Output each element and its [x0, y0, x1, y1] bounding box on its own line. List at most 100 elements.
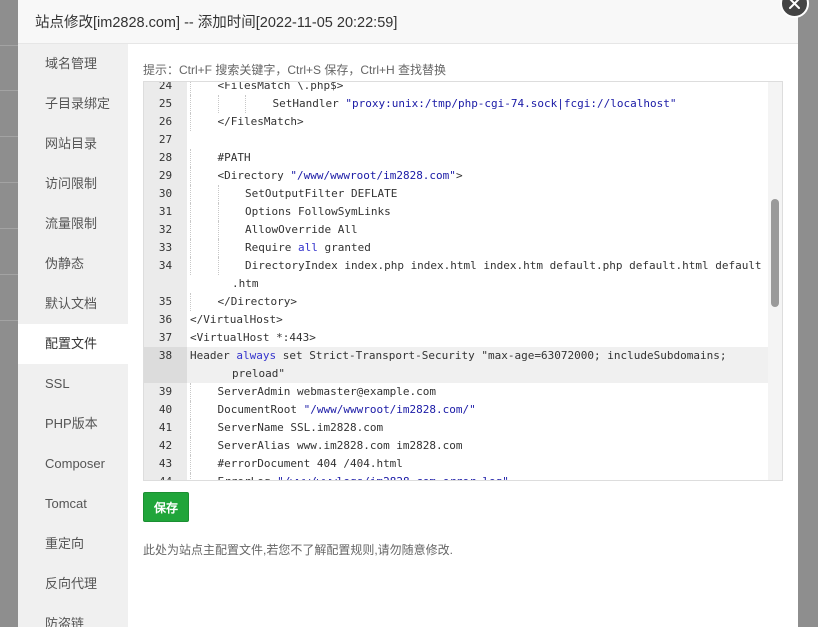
- sidebar-item[interactable]: 配置文件: [18, 324, 128, 364]
- line-number: 25: [144, 95, 187, 113]
- code-line[interactable]: 40 DocumentRoot "/www/wwwroot/im2828.com…: [144, 401, 769, 419]
- code-line[interactable]: 33 Require all granted: [144, 239, 769, 257]
- sidebar-item[interactable]: Composer: [18, 444, 128, 484]
- code-line[interactable]: 31 Options FollowSymLinks: [144, 203, 769, 221]
- line-number: 27: [144, 131, 187, 149]
- code-line[interactable]: 30 SetOutputFilter DEFLATE: [144, 185, 769, 203]
- code-line[interactable]: 34 DirectoryIndex index.php index.html i…: [144, 257, 769, 293]
- sidebar-item[interactable]: 伪静态: [18, 244, 128, 284]
- close-icon: [789, 0, 800, 9]
- sidebar-item[interactable]: 访问限制: [18, 164, 128, 204]
- line-number: 40: [144, 401, 187, 419]
- line-number: 33: [144, 239, 187, 257]
- code-line[interactable]: 44 ErrorLog "/www/wwwlogs/im2828.com-err…: [144, 473, 769, 480]
- line-code: ServerAlias www.im2828.com im2828.com: [187, 437, 769, 455]
- backdrop-line: [0, 320, 18, 321]
- line-code: <Directory "/www/wwwroot/im2828.com">: [187, 167, 769, 185]
- code-line[interactable]: 36 </VirtualHost>: [144, 311, 769, 329]
- code-line[interactable]: 43 #errorDocument 404 /404.html: [144, 455, 769, 473]
- code-line[interactable]: 24 <FilesMatch \.php$>: [144, 82, 769, 95]
- line-code: ServerAdmin webmaster@example.com: [187, 383, 769, 401]
- line-number: 28: [144, 149, 187, 167]
- config-warning-note: 此处为站点主配置文件,若您不了解配置规则,请勿随意修改.: [143, 543, 454, 557]
- line-number: 31: [144, 203, 187, 221]
- sidebar-item[interactable]: 防盗链: [18, 604, 128, 627]
- line-code: SetHandler "proxy:unix:/tmp/php-cgi-74.s…: [187, 95, 769, 113]
- line-code: DirectoryIndex index.php index.html inde…: [187, 257, 769, 293]
- line-number: 35: [144, 293, 187, 311]
- line-code: Header always set Strict-Transport-Secur…: [187, 347, 769, 383]
- sidebar-item[interactable]: Tomcat: [18, 484, 128, 524]
- code-lines: 24 <FilesMatch \.php$> 25 SetHandler "pro…: [144, 82, 769, 480]
- sidebar-item[interactable]: SSL: [18, 364, 128, 404]
- line-code: </FilesMatch>: [187, 113, 769, 131]
- line-number: 43: [144, 455, 187, 473]
- code-line[interactable]: 25 SetHandler "proxy:unix:/tmp/php-cgi-7…: [144, 95, 769, 113]
- config-panel: 提示：Ctrl+F 搜索关键字，Ctrl+S 保存，Ctrl+H 查找替换 24…: [143, 44, 783, 557]
- line-number: 32: [144, 221, 187, 239]
- editor-scroll-thumb[interactable]: [771, 199, 779, 307]
- line-code: DocumentRoot "/www/wwwroot/im2828.com/": [187, 401, 769, 419]
- sidebar-item[interactable]: 子目录绑定: [18, 84, 128, 124]
- sidebar-item[interactable]: 重定向: [18, 524, 128, 564]
- backdrop-line: [0, 274, 18, 275]
- sidebar-item[interactable]: PHP版本: [18, 404, 128, 444]
- line-number: 34: [144, 257, 187, 293]
- line-number: 36: [144, 311, 187, 329]
- line-number: 39: [144, 383, 187, 401]
- backdrop-line: [0, 182, 18, 183]
- dialog-titlebar[interactable]: 站点修改[im2828.com] -- 添加时间[2022-11-05 20:2…: [18, 0, 798, 44]
- line-code-wrap: .htm: [232, 277, 259, 290]
- line-number: 38: [144, 347, 187, 383]
- line-code: #errorDocument 404 /404.html: [187, 455, 769, 473]
- backdrop-line: [0, 90, 18, 91]
- line-code: </VirtualHost>: [190, 313, 283, 326]
- line-number: 24: [144, 82, 187, 95]
- sidebar-item[interactable]: 域名管理: [18, 44, 128, 84]
- sidebar-item[interactable]: 反向代理: [18, 564, 128, 604]
- code-line[interactable]: 26 </FilesMatch>: [144, 113, 769, 131]
- code-line[interactable]: 29 <Directory "/www/wwwroot/im2828.com">: [144, 167, 769, 185]
- line-number: 26: [144, 113, 187, 131]
- editor-tip: 提示：Ctrl+F 搜索关键字，Ctrl+S 保存，Ctrl+H 查找替换: [143, 63, 447, 77]
- backdrop-line: [0, 136, 18, 137]
- code-line[interactable]: 35 </Directory>: [144, 293, 769, 311]
- config-code-editor[interactable]: 24 <FilesMatch \.php$> 25 SetHandler "pro…: [143, 81, 783, 481]
- line-code: </Directory>: [187, 293, 769, 311]
- save-button[interactable]: 保存: [143, 492, 189, 522]
- line-number: 30: [144, 185, 187, 203]
- code-line[interactable]: 42 ServerAlias www.im2828.com im2828.com: [144, 437, 769, 455]
- backdrop-line: [0, 45, 18, 46]
- editor-scrollbar[interactable]: [768, 82, 782, 480]
- code-line[interactable]: 27: [144, 131, 769, 149]
- line-number: 42: [144, 437, 187, 455]
- site-edit-dialog: 站点修改[im2828.com] -- 添加时间[2022-11-05 20:2…: [18, 0, 798, 627]
- line-code-wrap: preload": [232, 367, 285, 380]
- line-code: Require all granted: [187, 239, 769, 257]
- line-code: <VirtualHost *:443>: [190, 331, 316, 344]
- code-line[interactable]: 41 ServerName SSL.im2828.com: [144, 419, 769, 437]
- line-number: 44: [144, 473, 187, 480]
- line-code: ErrorLog "/www/wwwlogs/im2828.com-error_…: [187, 473, 769, 480]
- code-line[interactable]: 39 ServerAdmin webmaster@example.com: [144, 383, 769, 401]
- line-code: AllowOverride All: [187, 221, 769, 239]
- sidebar-menu: 域名管理 子目录绑定 网站目录 访问限制 流量限制 伪静态 默认文档 配置文件 SSL PHP版本…: [18, 44, 128, 627]
- dialog-title: 站点修改[im2828.com] -- 添加时间[2022-11-05 20:2…: [35, 15, 398, 31]
- line-code: Options FollowSymLinks: [187, 203, 769, 221]
- line-code: ServerName SSL.im2828.com: [187, 419, 769, 437]
- line-code: <FilesMatch \.php$>: [187, 82, 769, 95]
- sidebar-item[interactable]: 流量限制: [18, 204, 128, 244]
- line-number: 37: [144, 329, 187, 347]
- backdrop-line: [0, 228, 18, 229]
- code-line[interactable]: 38 Header always set Strict-Transport-Sec…: [144, 347, 769, 383]
- sidebar-item[interactable]: 默认文档: [18, 284, 128, 324]
- sidebar-item[interactable]: 网站目录: [18, 124, 128, 164]
- code-line[interactable]: 28 #PATH: [144, 149, 769, 167]
- line-number: 29: [144, 167, 187, 185]
- line-number: 41: [144, 419, 187, 437]
- line-code: SetOutputFilter DEFLATE: [187, 185, 769, 203]
- code-line[interactable]: 32 AllowOverride All: [144, 221, 769, 239]
- line-code: #PATH: [187, 149, 769, 167]
- code-line[interactable]: 37 <VirtualHost *:443>: [144, 329, 769, 347]
